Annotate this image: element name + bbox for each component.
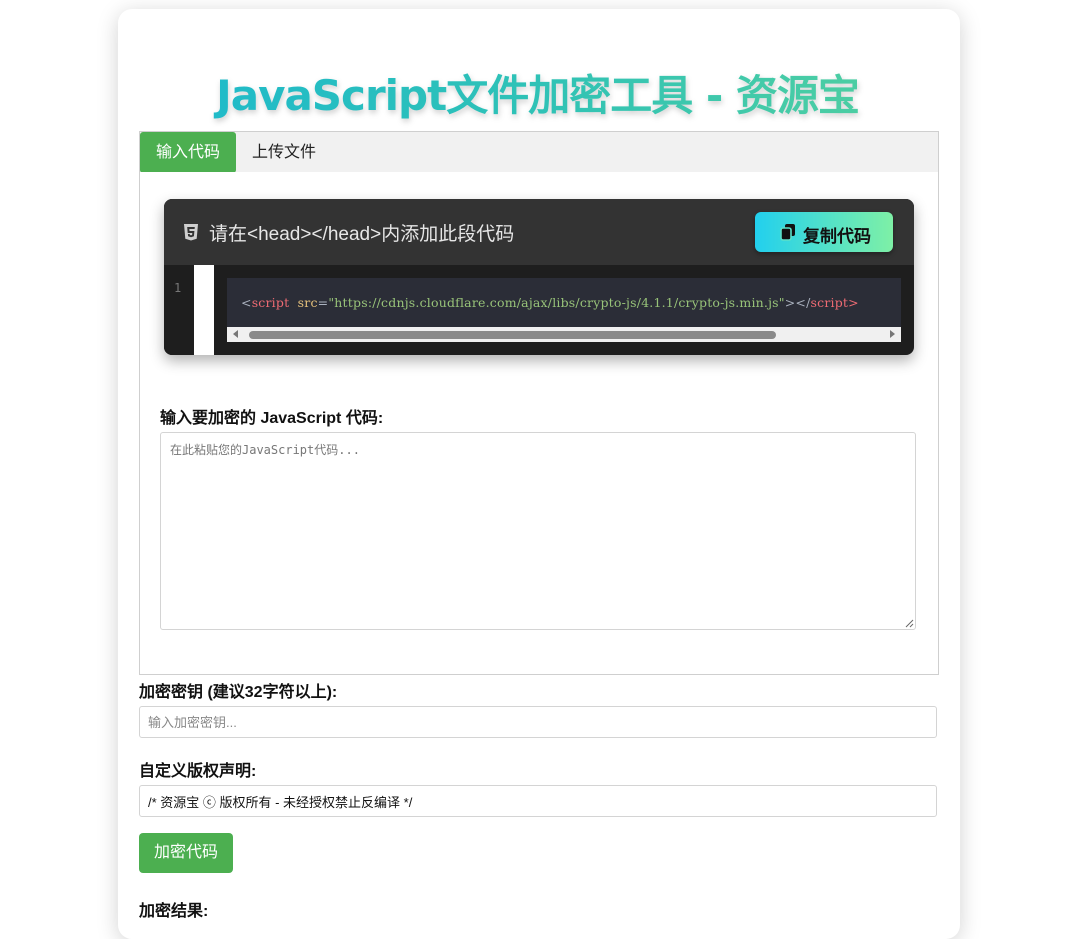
code-line: <script src="https://cdnjs.cloudflare.co…: [241, 295, 859, 310]
gutter-divider: [194, 265, 214, 355]
js-code-textarea[interactable]: [160, 432, 916, 630]
snippet-header: 请在<head></head>内添加此段代码 复制代码: [164, 199, 914, 265]
code-input-label: 输入要加密的 JavaScript 代码:: [160, 410, 384, 427]
tab-input-code[interactable]: 输入代码: [140, 132, 236, 173]
scrollbar-thumb[interactable]: [249, 331, 776, 339]
copyright-input-label: 自定义版权声明:: [139, 763, 257, 780]
snippet-code[interactable]: <script src="https://cdnjs.cloudflare.co…: [227, 278, 901, 327]
html5-icon: [184, 224, 198, 241]
horizontal-scrollbar[interactable]: [227, 327, 901, 342]
encrypt-button[interactable]: 加密代码: [139, 833, 233, 873]
line-gutter: 1: [164, 265, 194, 355]
copy-code-button[interactable]: 复制代码: [755, 212, 893, 252]
input-mode-tabs: 输入代码 上传文件: [139, 131, 939, 174]
scroll-right-arrow-icon[interactable]: [890, 330, 895, 338]
page-title: JavaScript文件加密工具 - 资源宝: [0, 62, 1075, 123]
scroll-left-arrow-icon[interactable]: [233, 330, 238, 338]
copy-icon: [780, 224, 795, 241]
resize-grip-icon[interactable]: [905, 619, 914, 628]
copyright-input[interactable]: [139, 785, 937, 817]
copy-code-label: 复制代码: [803, 227, 871, 246]
cdn-snippet-box: 请在<head></head>内添加此段代码 复制代码 1 <script sr…: [164, 199, 914, 355]
snippet-instruction: 请在<head></head>内添加此段代码: [209, 224, 515, 245]
key-input-label: 加密密钥 (建议32字符以上):: [139, 684, 338, 701]
tab-upload-file[interactable]: 上传文件: [252, 132, 316, 173]
line-number: 1: [174, 281, 182, 295]
encryption-key-input[interactable]: [139, 706, 937, 738]
result-label: 加密结果:: [139, 903, 209, 920]
